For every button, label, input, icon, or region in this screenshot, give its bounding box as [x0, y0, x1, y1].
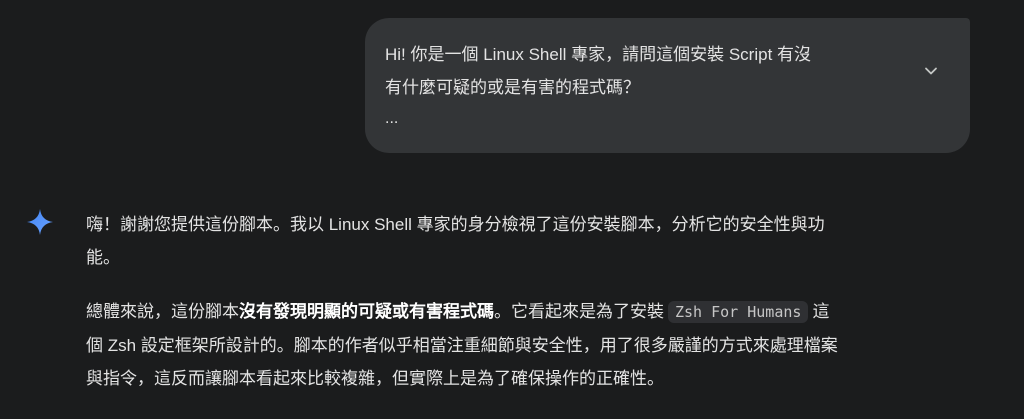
response-line: 總體來說，這份腳本沒有發現明顯的可疑或有害程式碼。它看起來是為了安裝 Zsh Fo… — [86, 295, 976, 329]
response-text: 總體來說，這份腳本 — [86, 302, 239, 321]
response-paragraph-2: 總體來說，這份腳本沒有發現明顯的可疑或有害程式碼。它看起來是為了安裝 Zsh Fo… — [86, 295, 976, 395]
truncation-ellipsis: ... — [385, 110, 399, 127]
user-message-line: Hi! 你是一個 Linux Shell 專家，請問這個安裝 Script 有沒 — [385, 45, 812, 64]
gemini-sparkle-icon — [26, 208, 54, 236]
response-line: 嗨！謝謝您提供這份腳本。我以 Linux Shell 專家的身分檢視了這份安裝腳… — [86, 215, 825, 234]
response-line: 與指令，這反而讓腳本看起來比較複雜，但實際上是為了確保操作的正確性。 — [86, 369, 664, 388]
response-line: 個 Zsh 設定框架所設計的。腳本的作者似乎相當注重細節與安全性，用了很多嚴謹的… — [86, 336, 838, 355]
inline-code: Zsh For Humans — [668, 301, 809, 323]
assistant-response: 嗨！謝謝您提供這份腳本。我以 Linux Shell 專家的身分檢視了這份安裝腳… — [86, 208, 976, 416]
response-paragraph-1: 嗨！謝謝您提供這份腳本。我以 Linux Shell 專家的身分檢視了這份安裝腳… — [86, 208, 976, 274]
response-bold-text: 沒有發現明顯的可疑或有害程式碼 — [239, 302, 494, 321]
expand-message-button[interactable] — [922, 62, 940, 80]
response-line: 能。 — [86, 248, 120, 267]
user-message-bubble[interactable]: Hi! 你是一個 Linux Shell 專家，請問這個安裝 Script 有沒… — [365, 18, 970, 153]
user-message-text: Hi! 你是一個 Linux Shell 專家，請問這個安裝 Script 有沒… — [385, 38, 885, 132]
user-message-line: 有什麼可疑的或是有害的程式碼？ — [385, 78, 640, 97]
response-text: 這 — [812, 302, 830, 321]
response-text: 。它看起來是為了安裝 — [494, 302, 664, 321]
chevron-down-icon — [925, 67, 937, 75]
chat-page: Hi! 你是一個 Linux Shell 專家，請問這個安裝 Script 有沒… — [0, 0, 1024, 419]
